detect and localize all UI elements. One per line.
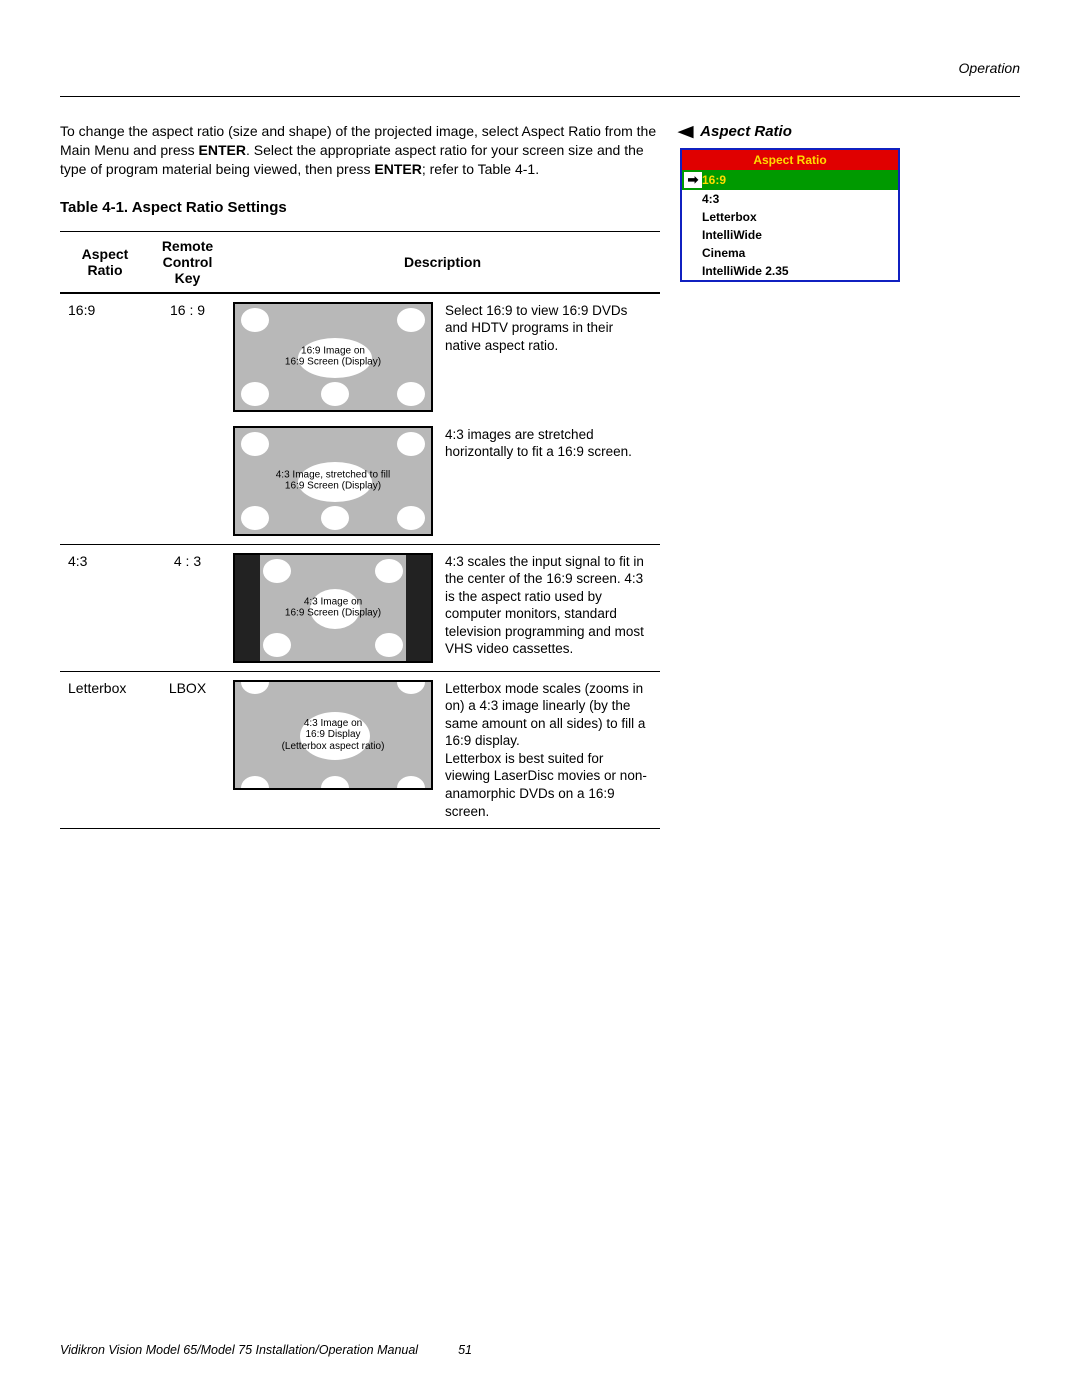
aspect-diagram: 4:3 Image, stretched to fill16:9 Screen … <box>233 426 433 536</box>
cell-remote-key: 4 : 3 <box>150 544 225 671</box>
side-heading: ◀ Aspect Ratio <box>680 122 1020 140</box>
osd-menu: Aspect Ratio ➡16:9 4:3 Letterbox IntelliWid… <box>680 148 900 282</box>
aspect-diagram: 4:3 Image on16:9 Screen (Display) <box>233 553 433 663</box>
description-text: 4:3 scales the input signal to fit in th… <box>445 553 652 658</box>
footer-title: Vidikron Vision Model 65/Model 75 Instal… <box>60 1343 418 1357</box>
osd-item: Cinema <box>682 244 898 262</box>
cell-description: 4:3 Image on16:9 Display(Letterbox aspec… <box>225 671 660 828</box>
osd-item-label: Cinema <box>702 246 745 260</box>
osd-item: ➡16:9 <box>682 170 898 190</box>
page-footer: Vidikron Vision Model 65/Model 75 Instal… <box>60 1343 1020 1357</box>
table-row: LetterboxLBOX4:3 Image on16:9 Display(Le… <box>60 671 660 828</box>
osd-item: IntelliWide 2.35 <box>682 262 898 280</box>
table-row: 4:34 : 34:3 Image on16:9 Screen (Display… <box>60 544 660 671</box>
side-heading-label: Aspect Ratio <box>700 123 792 140</box>
intro-text: ; refer to Table 4-1. <box>422 161 539 177</box>
enter-keyword: ENTER <box>374 161 421 177</box>
page-section-header: Operation <box>60 60 1020 76</box>
aspect-diagram: 16:9 Image on16:9 Screen (Display) <box>233 302 433 412</box>
description-text: Letterbox mode scales (zooms in on) a 4:… <box>445 680 652 820</box>
osd-item-label: IntelliWide 2.35 <box>702 264 789 278</box>
th-remote-key: Remote Control Key <box>150 231 225 293</box>
aspect-diagram: 4:3 Image on16:9 Display(Letterbox aspec… <box>233 680 433 790</box>
cell-remote-key: LBOX <box>150 671 225 828</box>
th-description: Description <box>225 231 660 293</box>
osd-item-label: Letterbox <box>702 210 757 224</box>
table-row: 16:916 : 916:9 Image on16:9 Screen (Disp… <box>60 293 660 545</box>
header-rule <box>60 96 1020 97</box>
cell-description: 4:3 Image on16:9 Screen (Display)4:3 sca… <box>225 544 660 671</box>
arrow-left-icon: ◀ <box>678 122 693 140</box>
osd-item-label: IntelliWide <box>702 228 762 242</box>
osd-item: Letterbox <box>682 208 898 226</box>
osd-title: Aspect Ratio <box>682 150 898 170</box>
cell-remote-key: 16 : 9 <box>150 293 225 545</box>
description-text: 4:3 images are stretched horizontally to… <box>445 426 652 461</box>
intro-paragraph: To change the aspect ratio (size and sha… <box>60 122 660 179</box>
cell-aspect-ratio: 16:9 <box>60 293 150 545</box>
table-title: Table 4-1. Aspect Ratio Settings <box>60 199 660 216</box>
cell-aspect-ratio: 4:3 <box>60 544 150 671</box>
footer-page: 51 <box>458 1343 472 1357</box>
osd-item: 4:3 <box>682 190 898 208</box>
cell-aspect-ratio: Letterbox <box>60 671 150 828</box>
osd-item: IntelliWide <box>682 226 898 244</box>
osd-item-label: 16:9 <box>702 173 726 187</box>
aspect-ratio-table: Aspect Ratio Remote Control Key Descript… <box>60 231 660 829</box>
cell-description: 16:9 Image on16:9 Screen (Display)Select… <box>225 293 660 545</box>
pointer-icon: ➡ <box>684 172 702 188</box>
description-text: Select 16:9 to view 16:9 DVDs and HDTV p… <box>445 302 652 355</box>
th-aspect-ratio: Aspect Ratio <box>60 231 150 293</box>
osd-item-label: 4:3 <box>702 192 719 206</box>
enter-keyword: ENTER <box>199 142 246 158</box>
